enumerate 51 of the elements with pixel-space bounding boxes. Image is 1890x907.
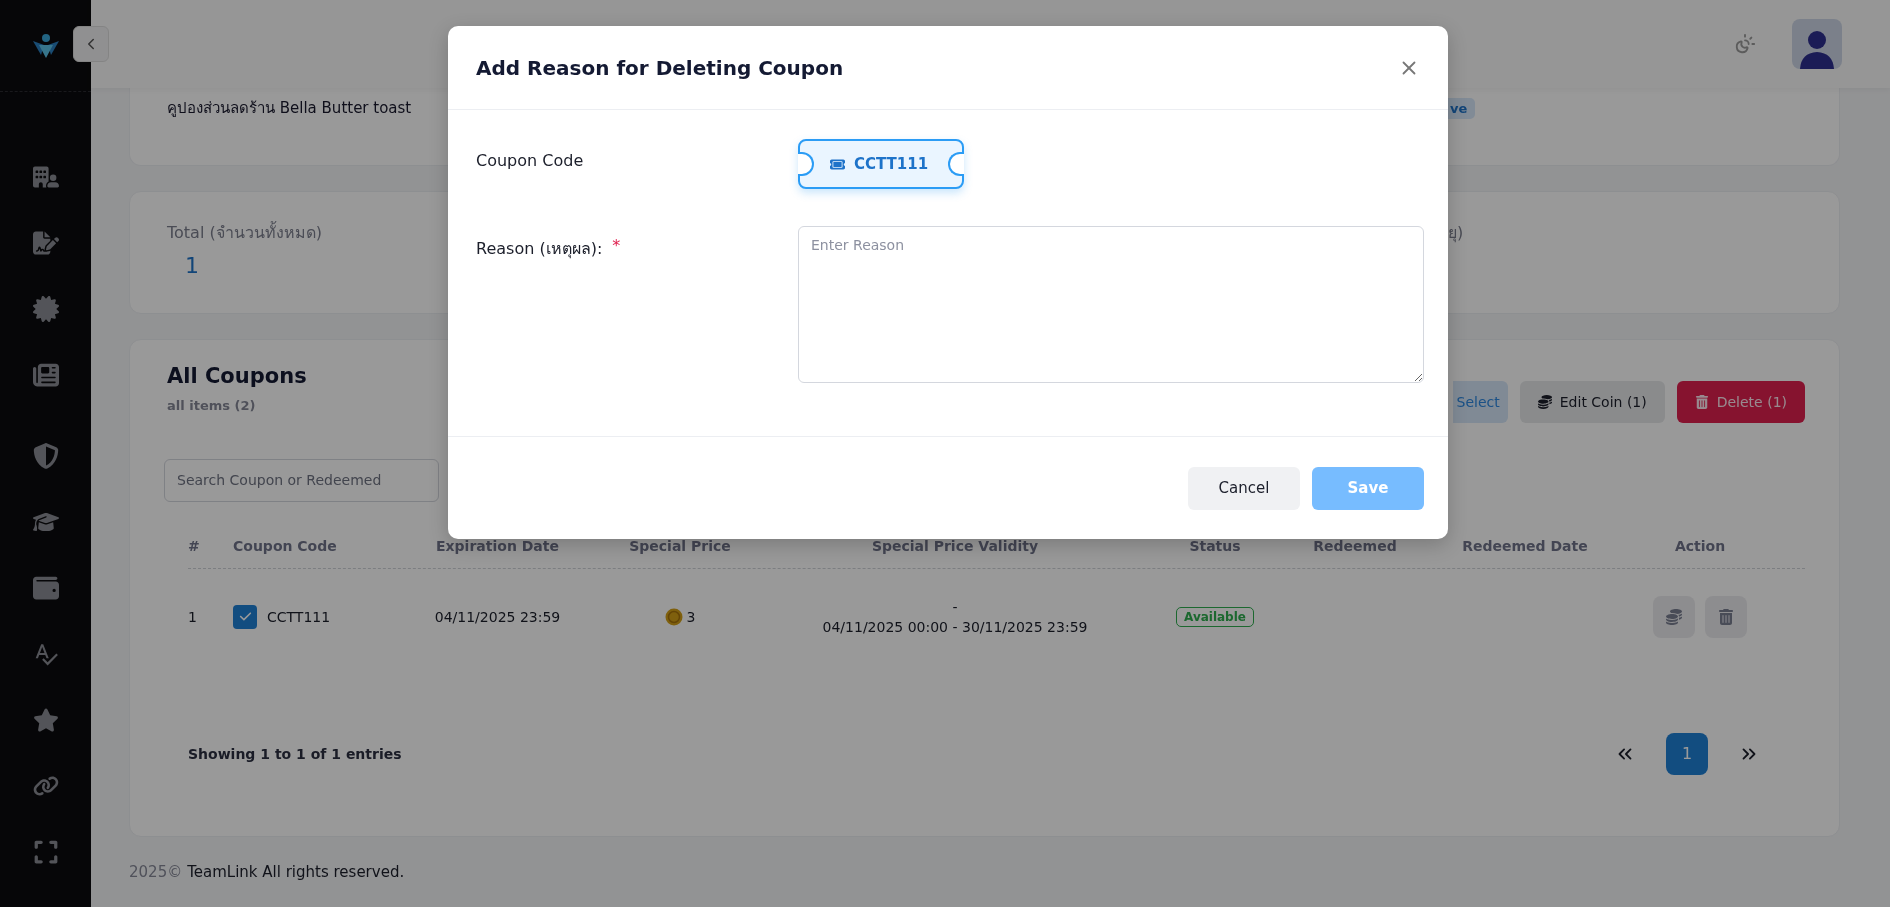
total-value: 1 xyxy=(185,252,200,278)
column-header: Special Price Validity xyxy=(870,537,1040,554)
column-header: Redeemed Date xyxy=(1461,537,1589,554)
section-title: All Coupons xyxy=(167,363,307,388)
column-header: Coupon Code xyxy=(233,537,338,554)
dialog-title: Add Reason for Deleting Coupon xyxy=(476,55,844,80)
cancel-button[interactable]: Cancel xyxy=(1188,466,1300,510)
table-cell: 04/11/2025 23:59 xyxy=(434,608,561,625)
ticket-notch xyxy=(798,152,814,176)
copyright-text: TeamLink All rights reserved. xyxy=(187,862,405,881)
delete-button[interactable] xyxy=(1705,595,1747,638)
column-header: Action xyxy=(1673,537,1727,554)
trash-icon xyxy=(1718,608,1734,625)
column-header: Redeemed xyxy=(1312,537,1398,554)
copyright-year: 2025© xyxy=(129,862,183,881)
column-header: Status xyxy=(1188,537,1242,554)
column-header: Expiration Date xyxy=(435,537,560,554)
coupon-name: คูปองส่วนลดร้าน Bella Butter toast xyxy=(167,97,412,119)
logo-icon xyxy=(30,32,61,59)
page-button[interactable]: 1 xyxy=(1666,732,1708,775)
select-button[interactable]: Select xyxy=(1452,380,1508,423)
edit-button[interactable]: Edit Coin (1) xyxy=(1519,380,1665,423)
summary-label: ยุ) xyxy=(1448,221,1464,245)
field-label: Coupon Code xyxy=(476,150,585,170)
theme-toggle-icon[interactable] xyxy=(1734,32,1756,55)
ticket-notch xyxy=(948,152,965,176)
table-cell: 1 xyxy=(188,608,197,625)
avatar[interactable] xyxy=(1792,18,1842,69)
table-cell: 04/11/2025 00:00 - 30/11/2025 23:59 xyxy=(822,618,1088,635)
collapse-button[interactable] xyxy=(73,25,109,62)
field-label: Reason (เหตุผล): * xyxy=(476,235,622,261)
table-cell: 3 xyxy=(686,608,696,625)
coupon-code-ticket: CCTT111 xyxy=(798,139,965,189)
entries-summary: Showing 1 to 1 of 1 entries xyxy=(188,745,402,762)
table-cell: - xyxy=(952,598,958,615)
coins-icon xyxy=(1537,394,1552,409)
trash-icon xyxy=(1694,394,1709,409)
delete-button[interactable]: Delete (1) xyxy=(1676,380,1805,423)
status-badge: ve xyxy=(1448,97,1476,119)
edit-coin-button[interactable] xyxy=(1653,595,1695,638)
item-count: all items (2) xyxy=(167,397,257,413)
coin-icon xyxy=(664,607,683,626)
search-field[interactable]: Search Coupon or Redeemed xyxy=(164,458,439,502)
total-label: Total (จำนวนทั้งหมด) xyxy=(167,220,322,244)
column-header: Special Price xyxy=(628,537,732,554)
table-cell: CCTT111 xyxy=(267,608,331,625)
row-checkbox[interactable] xyxy=(233,604,257,629)
status-badge: Available xyxy=(1176,606,1254,627)
column-header: # xyxy=(188,537,201,554)
reason-field[interactable]: Enter Reason xyxy=(798,226,1424,383)
coins-icon xyxy=(1666,608,1682,625)
